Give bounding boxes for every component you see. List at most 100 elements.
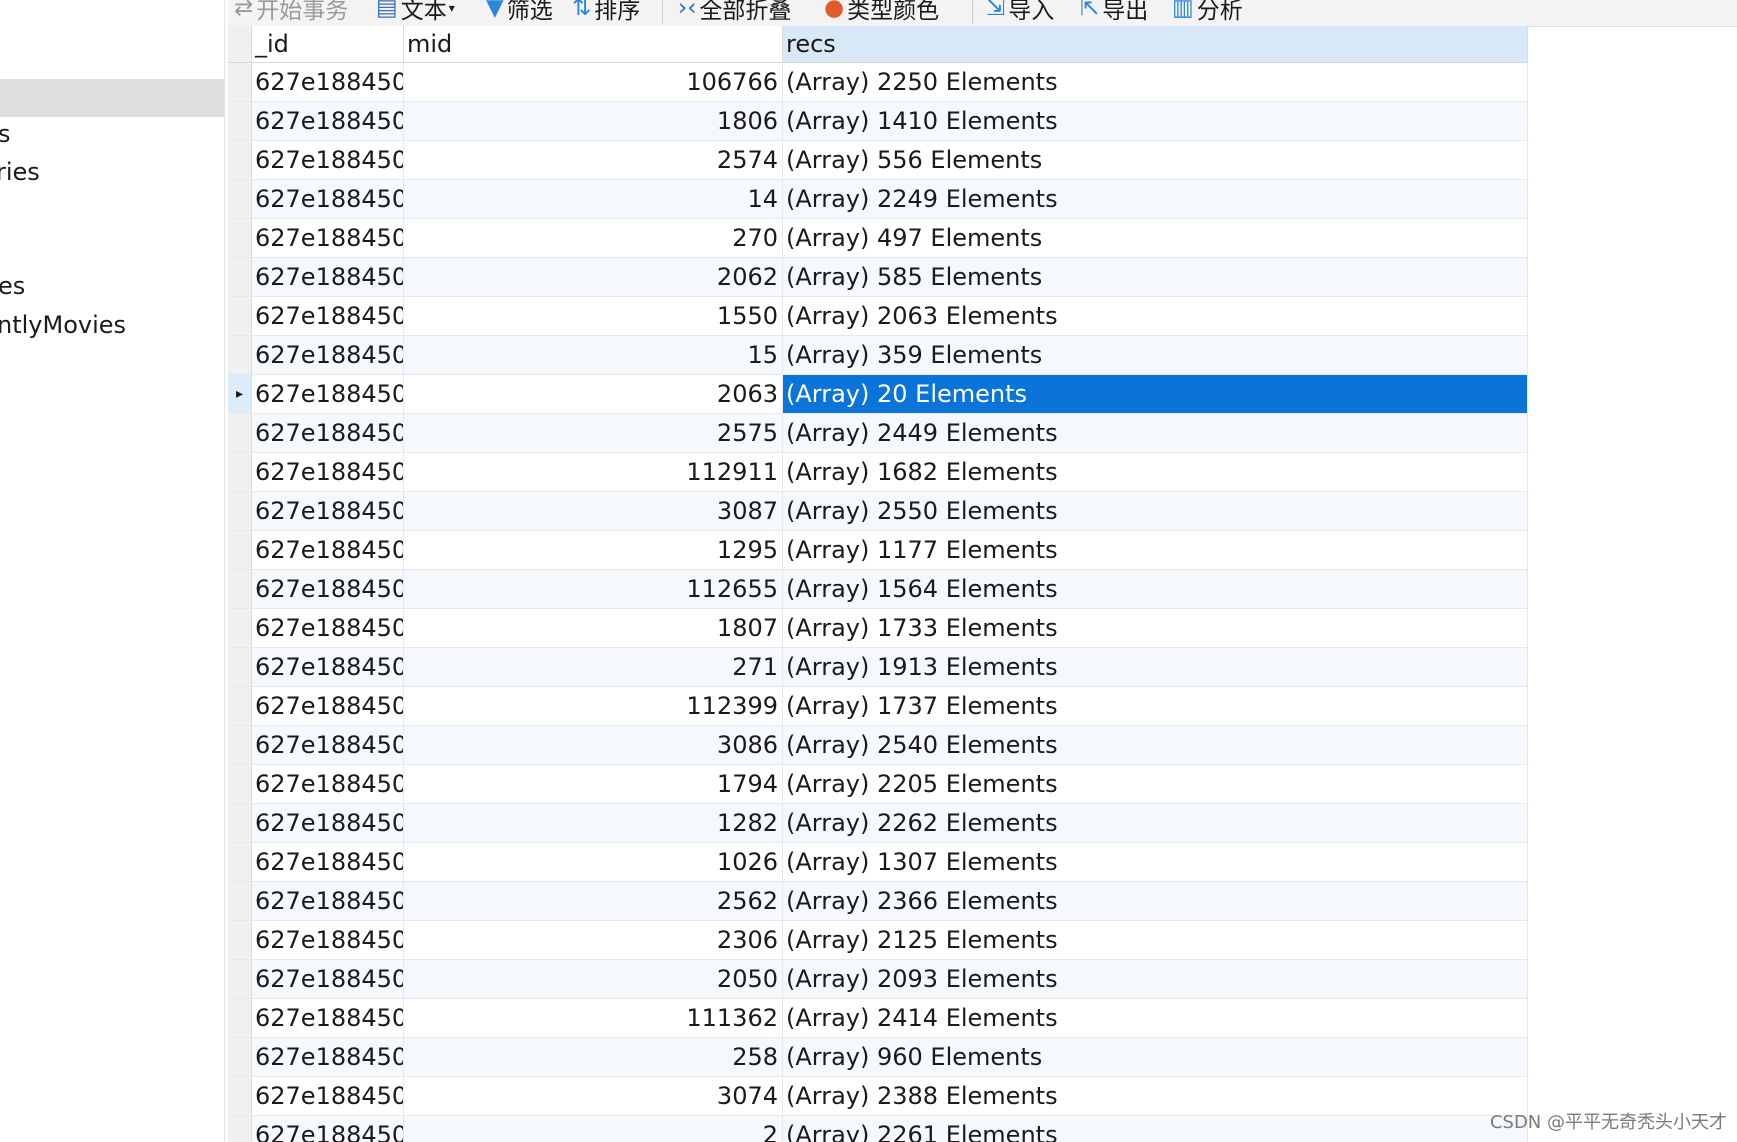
row-indicator[interactable] bbox=[228, 921, 252, 959]
table-row[interactable]: 627e188450c 112911 (Array) 1682 Elements bbox=[228, 453, 1528, 492]
cell-id[interactable]: 627e188450c bbox=[252, 882, 404, 920]
cell-recs[interactable]: (Array) 1564 Elements bbox=[783, 570, 1528, 608]
cell-mid[interactable]: 1295 bbox=[404, 531, 783, 569]
table-row[interactable]: 627e188450c 1295 (Array) 1177 Elements bbox=[228, 531, 1528, 570]
table-row[interactable]: 627e188450c 1794 (Array) 2205 Elements bbox=[228, 765, 1528, 804]
cell-mid[interactable]: 14 bbox=[404, 180, 783, 218]
cell-mid[interactable]: 112399 bbox=[404, 687, 783, 725]
cell-mid[interactable]: 112655 bbox=[404, 570, 783, 608]
cell-mid[interactable]: 112911 bbox=[404, 453, 783, 491]
cell-recs[interactable]: (Array) 556 Elements bbox=[783, 141, 1528, 179]
sidebar-item[interactable]: s bbox=[0, 120, 11, 148]
table-row[interactable]: 627e188450c 3087 (Array) 2550 Elements bbox=[228, 492, 1528, 531]
cell-recs[interactable]: (Array) 2388 Elements bbox=[783, 1077, 1528, 1115]
cell-recs[interactable]: (Array) 2366 Elements bbox=[783, 882, 1528, 920]
table-row[interactable]: 627e188450c 2562 (Array) 2366 Elements bbox=[228, 882, 1528, 921]
table-row[interactable]: 627e188450c 2574 (Array) 556 Elements bbox=[228, 141, 1528, 180]
row-indicator[interactable] bbox=[228, 219, 252, 257]
cell-id[interactable]: 627e188450c bbox=[252, 726, 404, 764]
cell-mid[interactable]: 111362 bbox=[404, 999, 783, 1037]
row-indicator[interactable] bbox=[228, 726, 252, 764]
row-indicator[interactable] bbox=[228, 258, 252, 296]
row-indicator[interactable] bbox=[228, 843, 252, 881]
table-row[interactable]: 627e188450c 270 (Array) 497 Elements bbox=[228, 219, 1528, 258]
current-row-indicator-icon[interactable]: ▸ bbox=[228, 375, 252, 413]
cell-recs[interactable]: (Array) 1913 Elements bbox=[783, 648, 1528, 686]
cell-mid[interactable]: 270 bbox=[404, 219, 783, 257]
cell-recs[interactable]: (Array) 2261 Elements bbox=[783, 1116, 1528, 1142]
cell-recs[interactable]: (Array) 2540 Elements bbox=[783, 726, 1528, 764]
table-row[interactable]: 627e188450c 258 (Array) 960 Elements bbox=[228, 1038, 1528, 1077]
table-row[interactable]: 627e188450c 1806 (Array) 1410 Elements bbox=[228, 102, 1528, 141]
cell-id[interactable]: 627e188450c bbox=[252, 1116, 404, 1142]
table-row[interactable]: 627e188450c 111362 (Array) 2414 Elements bbox=[228, 999, 1528, 1038]
cell-id[interactable]: 627e188450c bbox=[252, 180, 404, 218]
cell-mid[interactable]: 3086 bbox=[404, 726, 783, 764]
cell-recs[interactable]: (Array) 960 Elements bbox=[783, 1038, 1528, 1076]
table-row[interactable]: 627e188450c 3086 (Array) 2540 Elements bbox=[228, 726, 1528, 765]
row-indicator[interactable] bbox=[228, 765, 252, 803]
cell-id[interactable]: 627e188450c bbox=[252, 336, 404, 374]
row-indicator[interactable] bbox=[228, 999, 252, 1037]
cell-id[interactable]: 627e188450c bbox=[252, 492, 404, 530]
row-indicator[interactable] bbox=[228, 102, 252, 140]
cell-mid[interactable]: 2 bbox=[404, 1116, 783, 1142]
cell-id[interactable]: 627e188450c bbox=[252, 960, 404, 998]
table-row[interactable]: 627e188450c 2 (Array) 2261 Elements bbox=[228, 1116, 1528, 1142]
cell-mid[interactable]: 2575 bbox=[404, 414, 783, 452]
table-row[interactable]: 627e188450c 271 (Array) 1913 Elements bbox=[228, 648, 1528, 687]
column-header-recs[interactable]: recs bbox=[783, 26, 1528, 62]
cell-recs[interactable]: (Array) 1737 Elements bbox=[783, 687, 1528, 725]
row-indicator[interactable] bbox=[228, 297, 252, 335]
row-indicator[interactable] bbox=[228, 453, 252, 491]
import-button[interactable]: ⇲ 导入 bbox=[986, 0, 1054, 24]
sidebar-item[interactable]: es bbox=[0, 272, 25, 300]
table-row[interactable]: 627e188450c 1807 (Array) 1733 Elements bbox=[228, 609, 1528, 648]
table-row[interactable]: 627e188450c 14 (Array) 2249 Elements bbox=[228, 180, 1528, 219]
column-header-mid[interactable]: mid bbox=[404, 26, 783, 62]
cell-mid[interactable]: 2306 bbox=[404, 921, 783, 959]
cell-id[interactable]: 627e188450c bbox=[252, 414, 404, 452]
row-indicator[interactable] bbox=[228, 180, 252, 218]
cell-mid[interactable]: 1807 bbox=[404, 609, 783, 647]
cell-id[interactable]: 627e188450c bbox=[252, 570, 404, 608]
cell-mid[interactable]: 271 bbox=[404, 648, 783, 686]
table-row[interactable]: 627e188450c 1550 (Array) 2063 Elements bbox=[228, 297, 1528, 336]
row-indicator[interactable] bbox=[228, 336, 252, 374]
table-row[interactable]: 627e188450c 112399 (Array) 1737 Elements bbox=[228, 687, 1528, 726]
cell-id[interactable]: 627e188450c bbox=[252, 804, 404, 842]
cell-mid[interactable]: 3087 bbox=[404, 492, 783, 530]
cell-mid[interactable]: 1550 bbox=[404, 297, 783, 335]
cell-recs[interactable]: (Array) 2414 Elements bbox=[783, 999, 1528, 1037]
row-indicator[interactable] bbox=[228, 141, 252, 179]
sort-button[interactable]: ⇅ 排序 bbox=[572, 0, 640, 24]
row-indicator[interactable] bbox=[228, 1116, 252, 1142]
cell-recs[interactable]: (Array) 2262 Elements bbox=[783, 804, 1528, 842]
row-indicator[interactable] bbox=[228, 570, 252, 608]
table-row[interactable]: 627e188450c 1026 (Array) 1307 Elements bbox=[228, 843, 1528, 882]
table-row[interactable]: 627e188450c 106766 (Array) 2250 Elements bbox=[228, 63, 1528, 102]
cell-mid[interactable]: 258 bbox=[404, 1038, 783, 1076]
cell-id[interactable]: 627e188450c bbox=[252, 921, 404, 959]
cell-mid[interactable]: 2063 bbox=[404, 375, 783, 413]
cell-mid[interactable]: 2562 bbox=[404, 882, 783, 920]
row-indicator[interactable] bbox=[228, 687, 252, 725]
cell-recs[interactable]: (Array) 2550 Elements bbox=[783, 492, 1528, 530]
cell-mid[interactable]: 2050 bbox=[404, 960, 783, 998]
row-indicator[interactable] bbox=[228, 63, 252, 101]
sidebar-item[interactable]: ries bbox=[0, 158, 40, 186]
cell-mid[interactable]: 2574 bbox=[404, 141, 783, 179]
cell-recs[interactable]: (Array) 1307 Elements bbox=[783, 843, 1528, 881]
row-indicator[interactable] bbox=[228, 492, 252, 530]
cell-id[interactable]: 627e188450c bbox=[252, 609, 404, 647]
table-row[interactable]: 627e188450c 2050 (Array) 2093 Elements bbox=[228, 960, 1528, 999]
cell-recs[interactable]: (Array) 1733 Elements bbox=[783, 609, 1528, 647]
cell-recs[interactable]: (Array) 2093 Elements bbox=[783, 960, 1528, 998]
row-indicator[interactable] bbox=[228, 531, 252, 569]
cell-id[interactable]: 627e188450c bbox=[252, 648, 404, 686]
analyze-button[interactable]: ▥ 分析 bbox=[1172, 0, 1243, 24]
cell-mid[interactable]: 1282 bbox=[404, 804, 783, 842]
cell-mid[interactable]: 1026 bbox=[404, 843, 783, 881]
row-indicator[interactable] bbox=[228, 1038, 252, 1076]
column-header-id[interactable]: _id bbox=[252, 26, 404, 62]
